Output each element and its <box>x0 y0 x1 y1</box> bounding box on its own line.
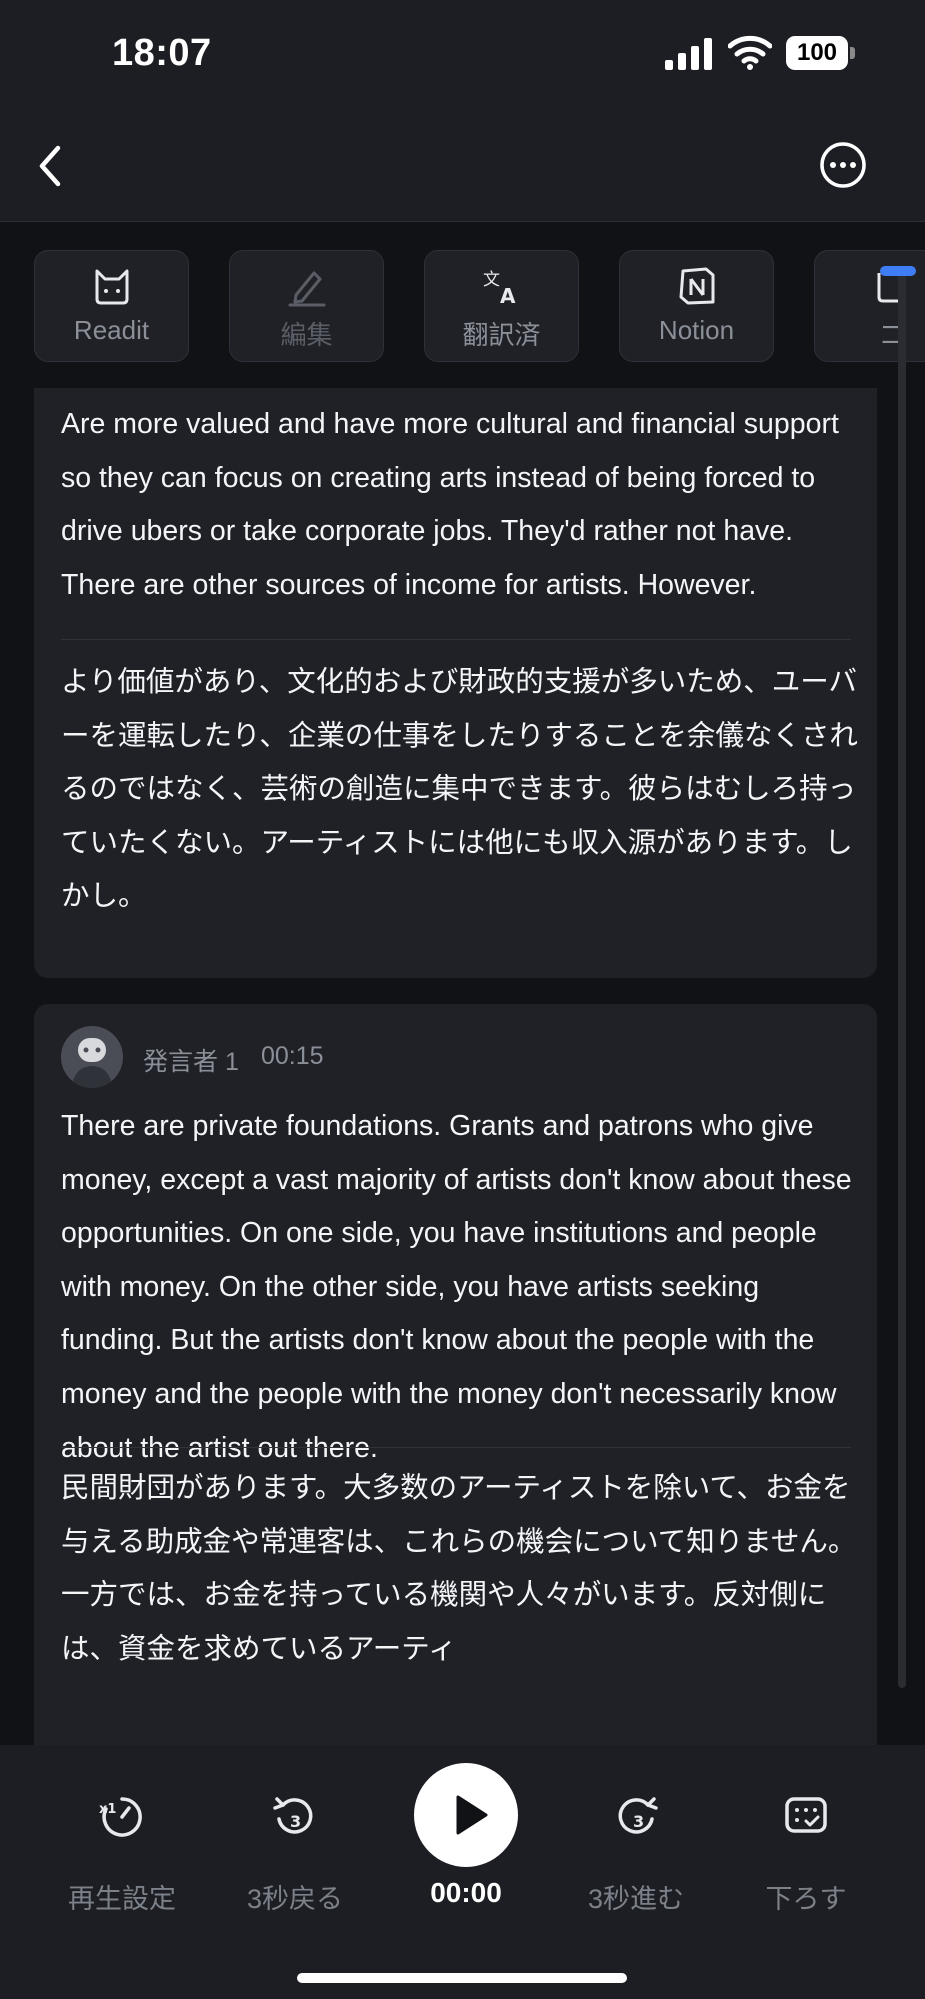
translated-label: 翻訳済 <box>462 320 541 350</box>
notion-button[interactable]: Notion <box>619 250 774 362</box>
scrollbar-track[interactable] <box>898 268 906 1688</box>
subtitle-icon <box>785 1797 827 1833</box>
speaker-row[interactable]: 発言者 1 00:15 <box>61 1026 761 1088</box>
divider <box>61 1447 851 1448</box>
status-time: 18:07 <box>112 32 212 74</box>
notion-icon <box>679 267 715 305</box>
home-indicator[interactable] <box>297 1973 627 1983</box>
scrollbar-thumb[interactable] <box>880 266 916 276</box>
svg-text:A: A <box>500 284 516 307</box>
transcript-japanese: 民間財団があります。大多数のアーティストを除いて、お金を与える助成金や常連客は、… <box>61 1472 857 1665</box>
status-bar: 18:07 100 <box>0 0 925 110</box>
svg-text:文: 文 <box>483 270 500 290</box>
navigation-bar <box>0 110 925 222</box>
svg-text:3: 3 <box>290 1812 301 1831</box>
battery-nub <box>850 47 855 59</box>
translated-button[interactable]: 文 A 翻訳済 <box>424 250 579 362</box>
more-options-icon[interactable] <box>818 140 868 190</box>
play-icon <box>456 1795 488 1835</box>
playback-speed-icon: x1 <box>99 1797 142 1837</box>
playback-settings-label: 再生設定 <box>68 1884 176 1914</box>
rewind-icon: 3 <box>273 1797 313 1834</box>
battery-level: 100 <box>786 36 848 70</box>
fast-forward-icon: 3 <box>618 1797 658 1834</box>
transcript-english: Are more valued and have more cultural a… <box>61 408 839 601</box>
lower-label: 下ろす <box>765 1884 847 1914</box>
copy-label: コ <box>878 320 905 350</box>
rewind-button[interactable]: 3 3秒戻る <box>215 1745 375 1915</box>
content-area[interactable]: Readit 編集 文 A 翻訳済 Notion コ Are more valu… <box>0 222 925 1745</box>
edit-button[interactable]: 編集 <box>229 250 384 362</box>
speaker-avatar-icon <box>71 1038 113 1088</box>
speaker-timestamp[interactable]: 00:15 <box>261 1042 324 1071</box>
notion-label: Notion <box>658 315 735 345</box>
transcript-japanese: より価値があり、文化的および財政的支援が多いため、ユーバーを運転したり、企業の仕… <box>61 666 858 913</box>
current-time: 00:00 <box>430 1877 502 1908</box>
transcript-card[interactable]: 発言者 1 00:15 There are private foundation… <box>34 1004 877 1745</box>
cellular-signal-icon <box>665 38 712 70</box>
readit-label: Readit <box>73 315 150 345</box>
rewind-label: 3秒戻る <box>246 1884 344 1914</box>
speaker-name: 発言者 1 <box>143 1048 239 1076</box>
transcript-english: There are private foundations. Grants an… <box>61 1110 852 1464</box>
back-icon[interactable] <box>28 136 76 196</box>
playback-settings-button[interactable]: x1 再生設定 <box>42 1745 202 1915</box>
edit-label: 編集 <box>280 320 333 350</box>
forward-button[interactable]: 3 3秒進む <box>556 1745 716 1915</box>
readit-button[interactable]: Readit <box>34 250 189 362</box>
svg-text:3: 3 <box>633 1812 644 1831</box>
wifi-icon <box>728 35 772 70</box>
transcript-card[interactable]: Are more valued and have more cultural a… <box>34 388 877 978</box>
cat-face-icon <box>95 269 129 305</box>
pencil-icon <box>288 271 326 307</box>
play-button[interactable] <box>414 1763 518 1867</box>
avatar[interactable] <box>61 1026 123 1088</box>
svg-text:x1: x1 <box>99 1802 116 1817</box>
forward-label: 3秒進む <box>587 1884 685 1914</box>
battery-indicator: 100 <box>786 36 856 70</box>
divider <box>61 639 851 640</box>
translate-icon: 文 A <box>483 270 516 307</box>
action-toolbar: Readit 編集 文 A 翻訳済 Notion コ <box>0 222 925 388</box>
lower-button[interactable]: 下ろす <box>726 1745 886 1915</box>
player-controls: x1 再生設定 3 3秒戻る 00:00 3 3秒進む 下ろす <box>0 1745 925 1999</box>
